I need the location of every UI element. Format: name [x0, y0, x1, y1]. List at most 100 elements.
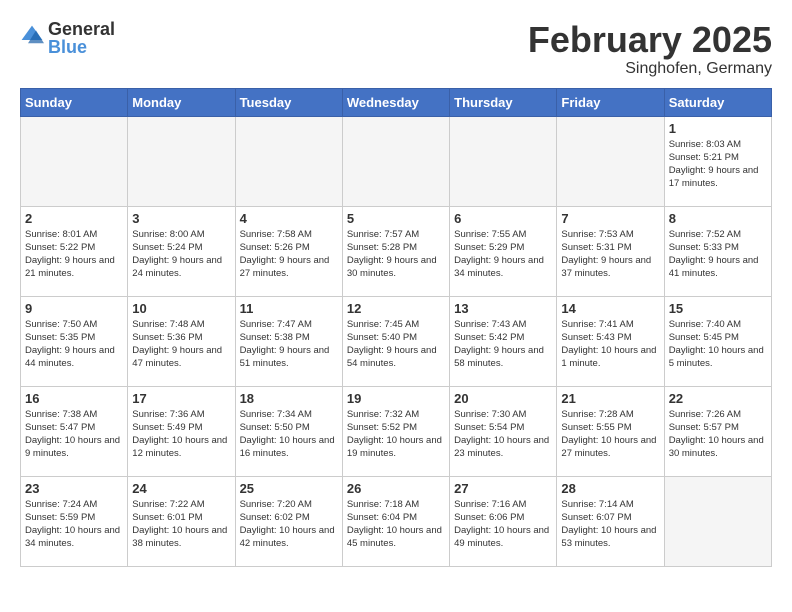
calendar-cell: 14 Sunrise: 7:41 AMSunset: 5:43 PMDayligh… [557, 296, 664, 386]
calendar-cell: 26 Sunrise: 7:18 AMSunset: 6:04 PMDayligh… [342, 476, 449, 566]
day-info: Sunrise: 7:32 AMSunset: 5:52 PMDaylight:… [347, 408, 445, 461]
day-info: Sunrise: 7:48 AMSunset: 5:36 PMDaylight:… [132, 318, 230, 371]
day-info: Sunrise: 7:53 AMSunset: 5:31 PMDaylight:… [561, 228, 659, 281]
calendar-cell: 22 Sunrise: 7:26 AMSunset: 5:57 PMDayligh… [664, 386, 771, 476]
day-info: Sunrise: 7:50 AMSunset: 5:35 PMDaylight:… [25, 318, 123, 371]
calendar-cell: 16 Sunrise: 7:38 AMSunset: 5:47 PMDayligh… [21, 386, 128, 476]
day-number: 16 [25, 391, 123, 406]
day-number: 24 [132, 481, 230, 496]
calendar-cell: 19 Sunrise: 7:32 AMSunset: 5:52 PMDayligh… [342, 386, 449, 476]
calendar-cell: 18 Sunrise: 7:34 AMSunset: 5:50 PMDayligh… [235, 386, 342, 476]
day-info: Sunrise: 8:01 AMSunset: 5:22 PMDaylight:… [25, 228, 123, 281]
day-number: 4 [240, 211, 338, 226]
calendar-week-2: 2 Sunrise: 8:01 AMSunset: 5:22 PMDaylight… [21, 206, 772, 296]
day-number: 3 [132, 211, 230, 226]
location: Singhofen, Germany [528, 60, 772, 78]
calendar-cell [128, 116, 235, 206]
day-number: 27 [454, 481, 552, 496]
calendar-header-friday: Friday [557, 88, 664, 116]
day-number: 22 [669, 391, 767, 406]
day-info: Sunrise: 7:57 AMSunset: 5:28 PMDaylight:… [347, 228, 445, 281]
calendar-cell: 1 Sunrise: 8:03 AMSunset: 5:21 PMDaylight… [664, 116, 771, 206]
day-number: 19 [347, 391, 445, 406]
calendar-cell [342, 116, 449, 206]
calendar-cell: 4 Sunrise: 7:58 AMSunset: 5:26 PMDaylight… [235, 206, 342, 296]
day-number: 10 [132, 301, 230, 316]
calendar-week-5: 23Sunrise: 7:24 AMSunset: 5:59 PMDayligh… [21, 476, 772, 566]
day-number: 23 [25, 481, 123, 496]
day-info: Sunrise: 7:38 AMSunset: 5:47 PMDaylight:… [25, 408, 123, 461]
day-info: Sunrise: 7:43 AMSunset: 5:42 PMDaylight:… [454, 318, 552, 371]
calendar: SundayMondayTuesdayWednesdayThursdayFrid… [20, 88, 772, 567]
calendar-week-3: 9Sunrise: 7:50 AMSunset: 5:35 PMDaylight… [21, 296, 772, 386]
calendar-cell: 21 Sunrise: 7:28 AMSunset: 5:55 PMDayligh… [557, 386, 664, 476]
day-info: Sunrise: 7:18 AMSunset: 6:04 PMDaylight:… [347, 498, 445, 551]
calendar-cell: 15 Sunrise: 7:40 AMSunset: 5:45 PMDayligh… [664, 296, 771, 386]
day-info: Sunrise: 7:58 AMSunset: 5:26 PMDaylight:… [240, 228, 338, 281]
calendar-cell [664, 476, 771, 566]
logo-general-text: General [48, 20, 115, 38]
day-number: 13 [454, 301, 552, 316]
calendar-header-row: SundayMondayTuesdayWednesdayThursdayFrid… [21, 88, 772, 116]
calendar-week-4: 16 Sunrise: 7:38 AMSunset: 5:47 PMDayligh… [21, 386, 772, 476]
calendar-cell: 28 Sunrise: 7:14 AMSunset: 6:07 PMDayligh… [557, 476, 664, 566]
calendar-cell: 10 Sunrise: 7:48 AMSunset: 5:36 PMDayligh… [128, 296, 235, 386]
day-info: Sunrise: 7:40 AMSunset: 5:45 PMDaylight:… [669, 318, 767, 371]
day-number: 26 [347, 481, 445, 496]
day-info: Sunrise: 7:16 AMSunset: 6:06 PMDaylight:… [454, 498, 552, 551]
day-info: Sunrise: 7:47 AMSunset: 5:38 PMDaylight:… [240, 318, 338, 371]
calendar-cell: 7 Sunrise: 7:53 AMSunset: 5:31 PMDaylight… [557, 206, 664, 296]
day-number: 7 [561, 211, 659, 226]
calendar-cell: 20 Sunrise: 7:30 AMSunset: 5:54 PMDayligh… [450, 386, 557, 476]
calendar-cell: 6 Sunrise: 7:55 AMSunset: 5:29 PMDaylight… [450, 206, 557, 296]
day-number: 25 [240, 481, 338, 496]
calendar-header-wednesday: Wednesday [342, 88, 449, 116]
calendar-week-1: 1 Sunrise: 8:03 AMSunset: 5:21 PMDaylight… [21, 116, 772, 206]
calendar-cell [450, 116, 557, 206]
day-info: Sunrise: 7:28 AMSunset: 5:55 PMDaylight:… [561, 408, 659, 461]
day-info: Sunrise: 7:45 AMSunset: 5:40 PMDaylight:… [347, 318, 445, 371]
day-number: 14 [561, 301, 659, 316]
calendar-cell: 24Sunrise: 7:22 AMSunset: 6:01 PMDayligh… [128, 476, 235, 566]
calendar-cell: 12 Sunrise: 7:45 AMSunset: 5:40 PMDayligh… [342, 296, 449, 386]
calendar-cell: 25 Sunrise: 7:20 AMSunset: 6:02 PMDayligh… [235, 476, 342, 566]
month-title: February 2025 [528, 20, 772, 60]
day-info: Sunrise: 8:03 AMSunset: 5:21 PMDaylight:… [669, 138, 767, 191]
day-number: 2 [25, 211, 123, 226]
day-number: 1 [669, 121, 767, 136]
calendar-cell: 2 Sunrise: 8:01 AMSunset: 5:22 PMDaylight… [21, 206, 128, 296]
day-number: 11 [240, 301, 338, 316]
calendar-cell: 17 Sunrise: 7:36 AMSunset: 5:49 PMDayligh… [128, 386, 235, 476]
day-info: Sunrise: 7:30 AMSunset: 5:54 PMDaylight:… [454, 408, 552, 461]
day-info: Sunrise: 7:41 AMSunset: 5:43 PMDaylight:… [561, 318, 659, 371]
day-number: 17 [132, 391, 230, 406]
day-number: 21 [561, 391, 659, 406]
day-info: Sunrise: 7:36 AMSunset: 5:49 PMDaylight:… [132, 408, 230, 461]
day-info: Sunrise: 7:20 AMSunset: 6:02 PMDaylight:… [240, 498, 338, 551]
day-number: 12 [347, 301, 445, 316]
calendar-cell [21, 116, 128, 206]
logo: General Blue [20, 20, 115, 56]
calendar-cell: 3 Sunrise: 8:00 AMSunset: 5:24 PMDaylight… [128, 206, 235, 296]
header: General Blue February 2025 Singhofen, Ge… [20, 20, 772, 78]
day-number: 8 [669, 211, 767, 226]
calendar-header-sunday: Sunday [21, 88, 128, 116]
calendar-cell: 13 Sunrise: 7:43 AMSunset: 5:42 PMDayligh… [450, 296, 557, 386]
calendar-header-tuesday: Tuesday [235, 88, 342, 116]
day-info: Sunrise: 7:26 AMSunset: 5:57 PMDaylight:… [669, 408, 767, 461]
day-info: Sunrise: 7:55 AMSunset: 5:29 PMDaylight:… [454, 228, 552, 281]
day-info: Sunrise: 7:34 AMSunset: 5:50 PMDaylight:… [240, 408, 338, 461]
day-info: Sunrise: 8:00 AMSunset: 5:24 PMDaylight:… [132, 228, 230, 281]
calendar-header-thursday: Thursday [450, 88, 557, 116]
calendar-cell: 5Sunrise: 7:57 AMSunset: 5:28 PMDaylight… [342, 206, 449, 296]
day-number: 15 [669, 301, 767, 316]
day-info: Sunrise: 7:14 AMSunset: 6:07 PMDaylight:… [561, 498, 659, 551]
day-number: 18 [240, 391, 338, 406]
calendar-cell: 8Sunrise: 7:52 AMSunset: 5:33 PMDaylight… [664, 206, 771, 296]
day-number: 6 [454, 211, 552, 226]
day-number: 20 [454, 391, 552, 406]
calendar-cell: 27 Sunrise: 7:16 AMSunset: 6:06 PMDayligh… [450, 476, 557, 566]
day-number: 28 [561, 481, 659, 496]
calendar-header-monday: Monday [128, 88, 235, 116]
logo-blue-text: Blue [48, 38, 115, 56]
